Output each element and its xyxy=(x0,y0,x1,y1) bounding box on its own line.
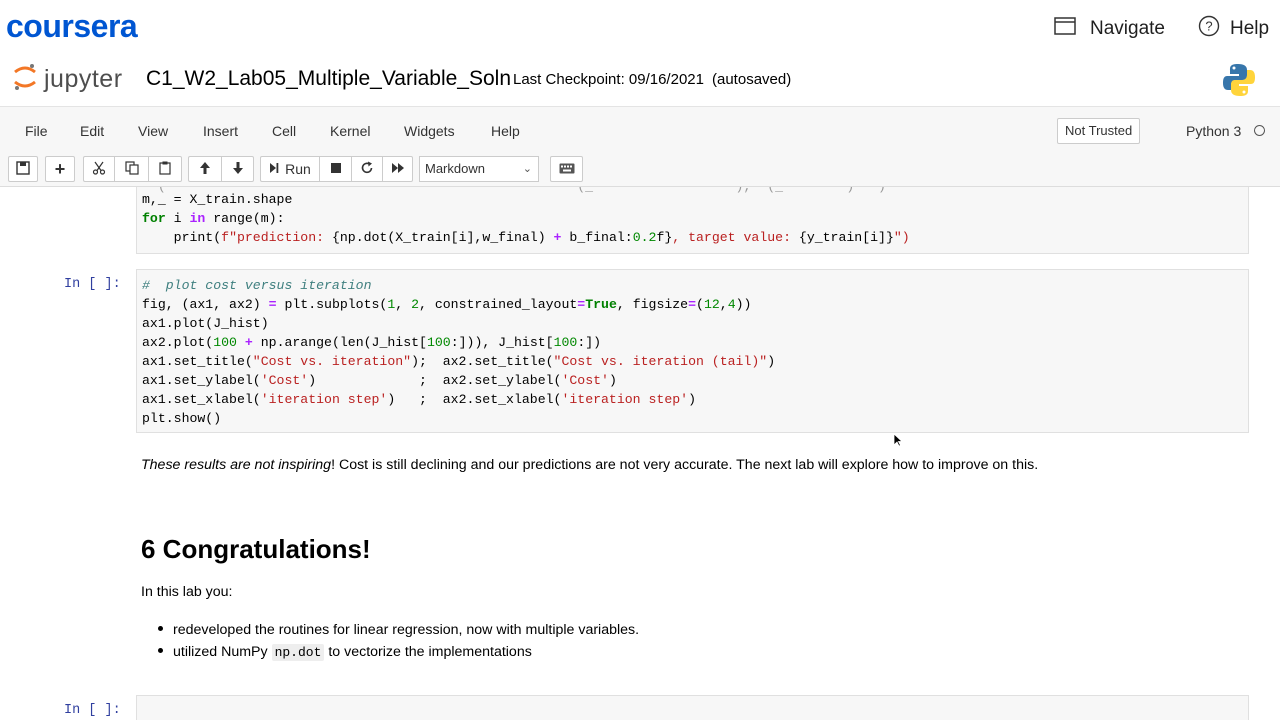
arrow-up-icon xyxy=(199,161,211,178)
notebook-area: ( (_ ), (_ ) ) m,_ = X_train.shape for i… xyxy=(0,187,1280,720)
move-up-button[interactable] xyxy=(188,156,221,182)
notebook-toolbar: + Run Markdown ⌄ xyxy=(0,152,1280,187)
save-icon xyxy=(16,160,30,178)
stop-icon xyxy=(330,161,342,177)
restart-icon xyxy=(360,161,374,178)
cell-type-select[interactable]: Markdown ⌄ xyxy=(419,156,539,182)
copy-icon xyxy=(124,160,139,178)
chevron-down-icon: ⌄ xyxy=(522,163,532,175)
code-cell-plot[interactable]: # plot cost versus iteration fig, (ax1, … xyxy=(136,269,1249,433)
save-button[interactable] xyxy=(8,156,38,182)
jupyter-header: jupyter C1_W2_Lab05_Multiple_Variable_So… xyxy=(0,58,1280,106)
code-line: # plot cost versus iteration xyxy=(142,278,372,293)
menu-help[interactable]: Help xyxy=(491,123,520,139)
navigate-button[interactable]: Navigate xyxy=(1054,16,1165,42)
window-icon xyxy=(1054,17,1076,41)
code-line: m,_ = X_train.shape xyxy=(142,192,293,207)
coursera-logo[interactable]: coursera xyxy=(6,8,138,45)
interrupt-button[interactable] xyxy=(319,156,351,182)
emphasis-text: These results are not inspiring xyxy=(141,457,332,473)
svg-text:?: ? xyxy=(1205,19,1212,34)
insert-cell-button[interactable]: + xyxy=(45,156,75,182)
cell-type-value: Markdown xyxy=(425,161,485,176)
navigate-label: Navigate xyxy=(1090,18,1165,39)
keyboard-icon xyxy=(559,161,575,177)
code-line: for i in range(m): xyxy=(142,211,285,226)
run-label: Run xyxy=(285,161,311,177)
bullet-icon xyxy=(158,625,163,631)
run-button[interactable]: Run xyxy=(260,156,319,182)
code-line: ax1.set_title("Cost vs. iteration"); ax2… xyxy=(142,354,776,369)
kernel-idle-icon xyxy=(1254,125,1265,136)
list-item-text: redeveloped the routines for linear regr… xyxy=(173,622,640,638)
mouse-cursor-icon xyxy=(893,433,904,452)
arrow-down-icon xyxy=(232,161,244,178)
code-line: print(f"prediction: {np.dot(X_train[i],w… xyxy=(173,230,910,245)
paragraph-text: ! Cost is still declining and our predic… xyxy=(331,457,1039,473)
move-down-button[interactable] xyxy=(221,156,254,182)
code-cell-empty[interactable] xyxy=(136,695,1249,720)
cut-button[interactable] xyxy=(83,156,114,182)
menu-file[interactable]: File xyxy=(25,123,48,139)
menu-widgets[interactable]: Widgets xyxy=(404,123,455,139)
list-item-text: utilized NumPy xyxy=(173,644,268,660)
autosaved-status: (autosaved) xyxy=(712,71,792,88)
menu-cell[interactable]: Cell xyxy=(272,123,296,139)
code-cell-prediction[interactable]: ( (_ ), (_ ) ) m,_ = X_train.shape for i… xyxy=(136,187,1249,254)
cut-icon xyxy=(92,161,106,178)
code-line: ax2.plot(100 + np.arange(len(J_hist[100:… xyxy=(142,335,602,350)
plus-icon: + xyxy=(54,158,66,179)
cell-prompt: In [ ]: xyxy=(64,703,121,718)
markdown-paragraph: These results are not inspiring! Cost is… xyxy=(141,457,1038,473)
menu-kernel[interactable]: Kernel xyxy=(330,123,370,139)
restart-button[interactable] xyxy=(351,156,382,182)
copy-button[interactable] xyxy=(114,156,148,182)
help-label: Help xyxy=(1230,18,1270,39)
code-line: ax1.set_xlabel('iteration step') ; ax2.s… xyxy=(142,392,696,407)
code-line: fig, (ax1, ax2) = plt.subplots(1, 2, con… xyxy=(142,297,752,312)
code-line: ax1.plot(J_hist) xyxy=(142,316,269,331)
paste-icon xyxy=(158,161,172,178)
kernel-name[interactable]: Python 3 xyxy=(1186,123,1241,139)
bullet-icon xyxy=(158,647,163,653)
inline-code: np.dot xyxy=(271,644,325,661)
command-palette-button[interactable] xyxy=(550,156,583,182)
question-icon: ? xyxy=(1198,15,1220,43)
menu-insert[interactable]: Insert xyxy=(203,123,238,139)
coursera-header: coursera Navigate ? Help xyxy=(0,0,1280,58)
paste-button[interactable] xyxy=(148,156,182,182)
menu-view[interactable]: View xyxy=(138,123,168,139)
help-button[interactable]: ? Help xyxy=(1198,15,1270,43)
cell-prompt: In [ ]: xyxy=(64,277,121,292)
checkpoint-status: Last Checkpoint: 09/16/2021 xyxy=(513,71,704,88)
menubar: File Edit View Insert Cell Kernel Widget… xyxy=(0,106,1280,154)
code-line: ax1.set_ylabel('Cost') ; ax2.set_ylabel(… xyxy=(142,373,617,388)
jupyter-logo[interactable]: jupyter xyxy=(12,62,123,97)
jupyter-wordmark: jupyter xyxy=(44,65,123,93)
step-forward-icon xyxy=(269,161,279,177)
list-item: redeveloped the routines for linear regr… xyxy=(158,622,639,638)
not-trusted-button[interactable]: Not Trusted xyxy=(1057,118,1141,144)
code-line: plt.show() xyxy=(142,411,222,426)
lab-intro-text: In this lab you: xyxy=(141,584,233,600)
restart-run-all-button[interactable] xyxy=(382,156,413,182)
list-item-text: to vectorize the implementations xyxy=(328,644,532,660)
fast-forward-icon xyxy=(391,161,405,177)
menu-edit[interactable]: Edit xyxy=(80,123,104,139)
section-heading: 6 Congratulations! xyxy=(141,534,371,564)
python-logo-icon xyxy=(1222,62,1256,103)
jupyter-orbit-icon xyxy=(12,62,38,97)
list-item: utilized NumPy np.dot to vectorize the i… xyxy=(158,644,532,661)
notebook-title[interactable]: C1_W2_Lab05_Multiple_Variable_Soln xyxy=(146,67,511,91)
